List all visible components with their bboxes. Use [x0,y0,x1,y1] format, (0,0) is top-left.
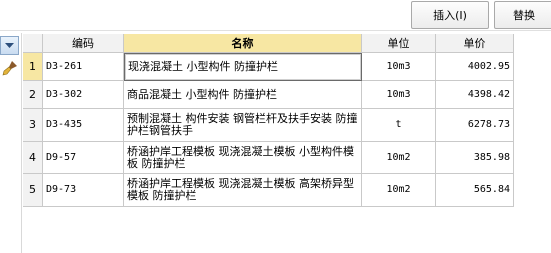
row-code: D3-261 [43,53,124,81]
header-index [23,34,43,53]
row-name[interactable]: 预制混凝土 构件安装 钢管栏杆及扶手安装 防撞护栏钢管扶手 [124,109,362,142]
replace-button[interactable]: 替换 [494,1,551,29]
insert-button[interactable]: 插入(I) [411,1,489,29]
toolbar: 插入(I) 替换 [0,0,551,31]
table-row[interactable]: 4 D9-57 桥涵护岸工程模板 现浇混凝土模板 小型构件模板 防撞护栏 10m… [23,142,551,174]
row-unit: 10m2 [362,174,436,207]
row-price: 385.98 [436,142,514,174]
row-code: D9-57 [43,142,124,174]
row-code: D3-302 [43,81,124,109]
table-row[interactable]: 1 D3-261 现浇混凝土 小型构件 防撞护栏 10m3 4002.95 [23,53,551,81]
row-code: D3-435 [43,109,124,142]
left-tool-column [0,33,22,253]
table-row[interactable]: 3 D3-435 预制混凝土 构件安装 钢管栏杆及扶手安装 防撞护栏钢管扶手 t… [23,109,551,142]
divider [21,33,22,253]
row-price: 6278.73 [436,109,514,142]
header-price[interactable]: 单价 [436,34,514,53]
row-price: 565.84 [436,174,514,207]
header-name[interactable]: 名称 [124,34,362,53]
row-index: 3 [23,109,43,142]
row-unit: 10m3 [362,53,436,81]
row-price: 4002.95 [436,53,514,81]
row-unit: 10m3 [362,81,436,109]
row-index: 4 [23,142,43,174]
header-unit[interactable]: 单位 [362,34,436,53]
header-code[interactable]: 编码 [43,34,124,53]
table-row[interactable]: 2 D3-302 商品混凝土 小型构件 防撞护栏 10m3 4398.42 [23,81,551,109]
row-price: 4398.42 [436,81,514,109]
row-code: D9-73 [43,174,124,207]
row-index: 1 [23,53,43,81]
row-name[interactable]: 桥涵护岸工程模板 现浇混凝土模板 高架桥异型模板 防撞护栏 [124,174,362,207]
row-unit: 10m2 [362,142,436,174]
row-name[interactable]: 商品混凝土 小型构件 防撞护栏 [124,81,362,109]
row-unit: t [362,109,436,142]
table-row[interactable]: 5 D9-73 桥涵护岸工程模板 现浇混凝土模板 高架桥异型模板 防撞护栏 10… [23,174,551,207]
row-name[interactable]: 现浇混凝土 小型构件 防撞护栏 [124,53,362,81]
chevron-down-icon[interactable] [0,36,19,55]
row-name[interactable]: 桥涵护岸工程模板 现浇混凝土模板 小型构件模板 防撞护栏 [124,142,362,174]
row-index: 5 [23,174,43,207]
brush-icon[interactable] [1,59,19,77]
row-index: 2 [23,81,43,109]
